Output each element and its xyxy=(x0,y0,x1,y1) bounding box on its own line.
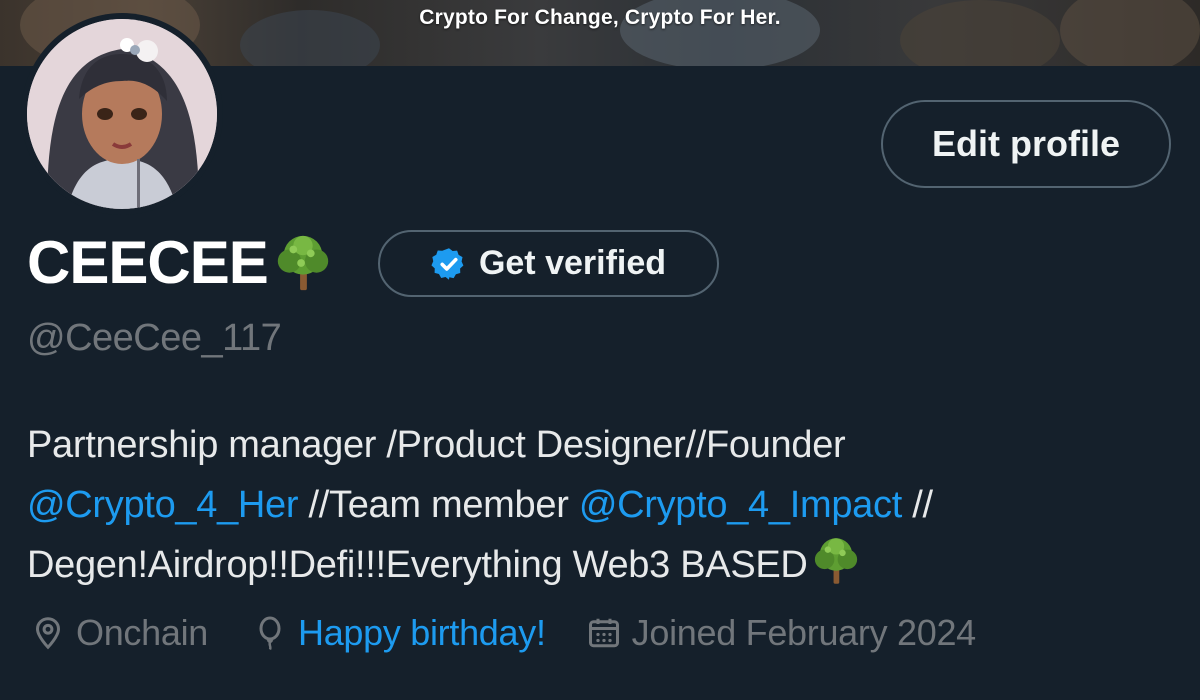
bio-line-3: Degen!Airdrop!!Defi!!!Everything Web3 BA… xyxy=(27,544,808,586)
avatar-portrait-image xyxy=(27,19,217,209)
birthday-item[interactable]: Happy birthday! xyxy=(252,612,546,654)
edit-profile-button[interactable]: Edit profile xyxy=(881,100,1171,188)
tree-emoji-icon xyxy=(277,235,328,291)
joined-item: Joined February 2024 xyxy=(586,612,976,654)
bio-line-1: Partnership manager /Product Designer//F… xyxy=(27,424,846,466)
joined-text: Joined February 2024 xyxy=(631,612,977,653)
bio-text-2: //Team member xyxy=(298,484,579,526)
verified-badge-icon xyxy=(431,247,464,280)
calendar-icon xyxy=(588,618,619,648)
display-name: CEECEE xyxy=(27,229,269,296)
name-row: CEECEE xyxy=(27,228,334,298)
location-pin-icon xyxy=(35,617,61,650)
handle: @CeeCee_117 xyxy=(27,317,282,359)
get-verified-label: Get verified xyxy=(478,244,667,282)
get-verified-button[interactable]: Get verified xyxy=(378,230,719,297)
birthday-link[interactable]: Happy birthday! xyxy=(298,612,546,654)
location-item: Onchain xyxy=(30,612,208,654)
bio-text-3: // xyxy=(901,484,933,526)
bio: Partnership manager /Product Designer//F… xyxy=(27,415,1177,595)
balloon-icon xyxy=(259,616,281,651)
avatar[interactable] xyxy=(27,19,217,209)
tree-emoji-icon xyxy=(814,538,857,584)
mention-link-crypto-4-impact[interactable]: @Crypto_4_Impact xyxy=(579,484,902,526)
profile-meta-row: Onchain Happy birthday! Joined February … xyxy=(30,612,976,654)
location-text: Onchain xyxy=(76,612,208,653)
mention-link-crypto-4-her[interactable]: @Crypto_4_Her xyxy=(27,484,299,526)
banner-text: Crypto For Change, Crypto For Her. xyxy=(419,6,781,29)
